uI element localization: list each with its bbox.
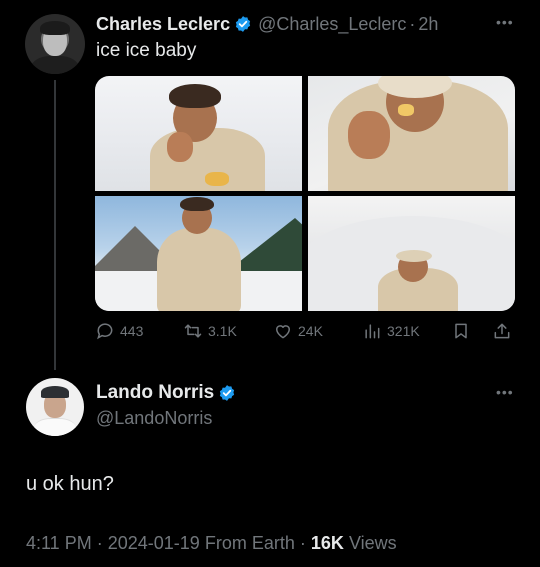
- avatar-body-shape: [34, 418, 76, 436]
- photo-subject-shape: [398, 104, 414, 116]
- thread-line: [54, 80, 56, 370]
- tweet-time[interactable]: 4:11 PM: [26, 533, 92, 553]
- reply-author-name[interactable]: Lando Norris: [96, 382, 214, 404]
- media-photo-1[interactable]: [95, 76, 302, 191]
- heart-icon: [276, 325, 290, 339]
- retweet-action[interactable]: 3.1K: [183, 318, 237, 344]
- like-count: 24K: [298, 323, 323, 339]
- media-grid: [95, 76, 515, 311]
- reply-action[interactable]: 443: [95, 318, 143, 344]
- avatar-hair-shape: [40, 21, 70, 35]
- photo-subject-shape: [348, 111, 390, 159]
- photo-subject-shape: [396, 250, 432, 262]
- photo-subject-shape: [157, 228, 241, 311]
- verified-badge-icon: [235, 16, 251, 32]
- reply-author-handle[interactable]: @LandoNorris: [96, 408, 212, 429]
- reply-count: 443: [120, 323, 144, 339]
- media-photo-4[interactable]: [308, 196, 515, 311]
- like-action[interactable]: 24K: [273, 318, 323, 344]
- media-photo-2[interactable]: [308, 76, 515, 191]
- separator-dot: ·: [409, 13, 416, 34]
- avatar-body-shape: [31, 56, 79, 74]
- separator-dot: ·: [299, 533, 306, 553]
- separator-dot: ·: [96, 533, 103, 553]
- reply-more-options-icon[interactable]: •••: [496, 384, 514, 400]
- views-total: 16K: [310, 533, 344, 553]
- tweet-date[interactable]: 2024-01-19: [108, 533, 200, 553]
- verified-badge-icon: [220, 385, 235, 401]
- bookmark-action[interactable]: [451, 318, 471, 344]
- photo-subject-shape: [180, 197, 214, 211]
- photo-subject-shape: [205, 172, 229, 186]
- more-options-icon[interactable]: •••: [496, 14, 514, 30]
- charles-leclerc-avatar[interactable]: [25, 14, 85, 74]
- views-action[interactable]: 321K: [362, 318, 420, 344]
- time-ago[interactable]: 2h: [418, 14, 438, 35]
- views-label: Views: [348, 533, 397, 553]
- parent-tweet-header: Charles Leclerc @Charles_Leclerc · 2h: [96, 12, 438, 36]
- tweet-text: ice ice baby: [96, 40, 197, 61]
- views-count: 321K: [387, 323, 420, 339]
- author-name[interactable]: Charles Leclerc: [96, 14, 230, 35]
- reply-icon: [97, 323, 113, 340]
- retweet-count: 3.1K: [208, 323, 237, 339]
- reply-text: u ok hun?: [26, 473, 114, 495]
- photo-subject-shape: [169, 84, 221, 108]
- author-handle[interactable]: @Charles_Leclerc: [258, 14, 406, 35]
- share-action[interactable]: [492, 318, 512, 344]
- reply-author-header: Lando Norris: [96, 382, 236, 404]
- share-icon: [494, 323, 510, 339]
- bookmark-icon: [455, 323, 467, 339]
- retweet-icon: [184, 324, 202, 338]
- tweet-source: From Earth: [204, 533, 295, 553]
- media-photo-3[interactable]: [95, 196, 302, 311]
- tweet-metadata: 4:11 PM · 2024-01-19 From Earth · 16K Vi…: [26, 533, 397, 554]
- photo-subject-shape: [167, 132, 193, 162]
- analytics-icon: [365, 324, 380, 339]
- lando-norris-avatar[interactable]: [26, 378, 84, 436]
- avatar-cap-shape: [41, 386, 69, 398]
